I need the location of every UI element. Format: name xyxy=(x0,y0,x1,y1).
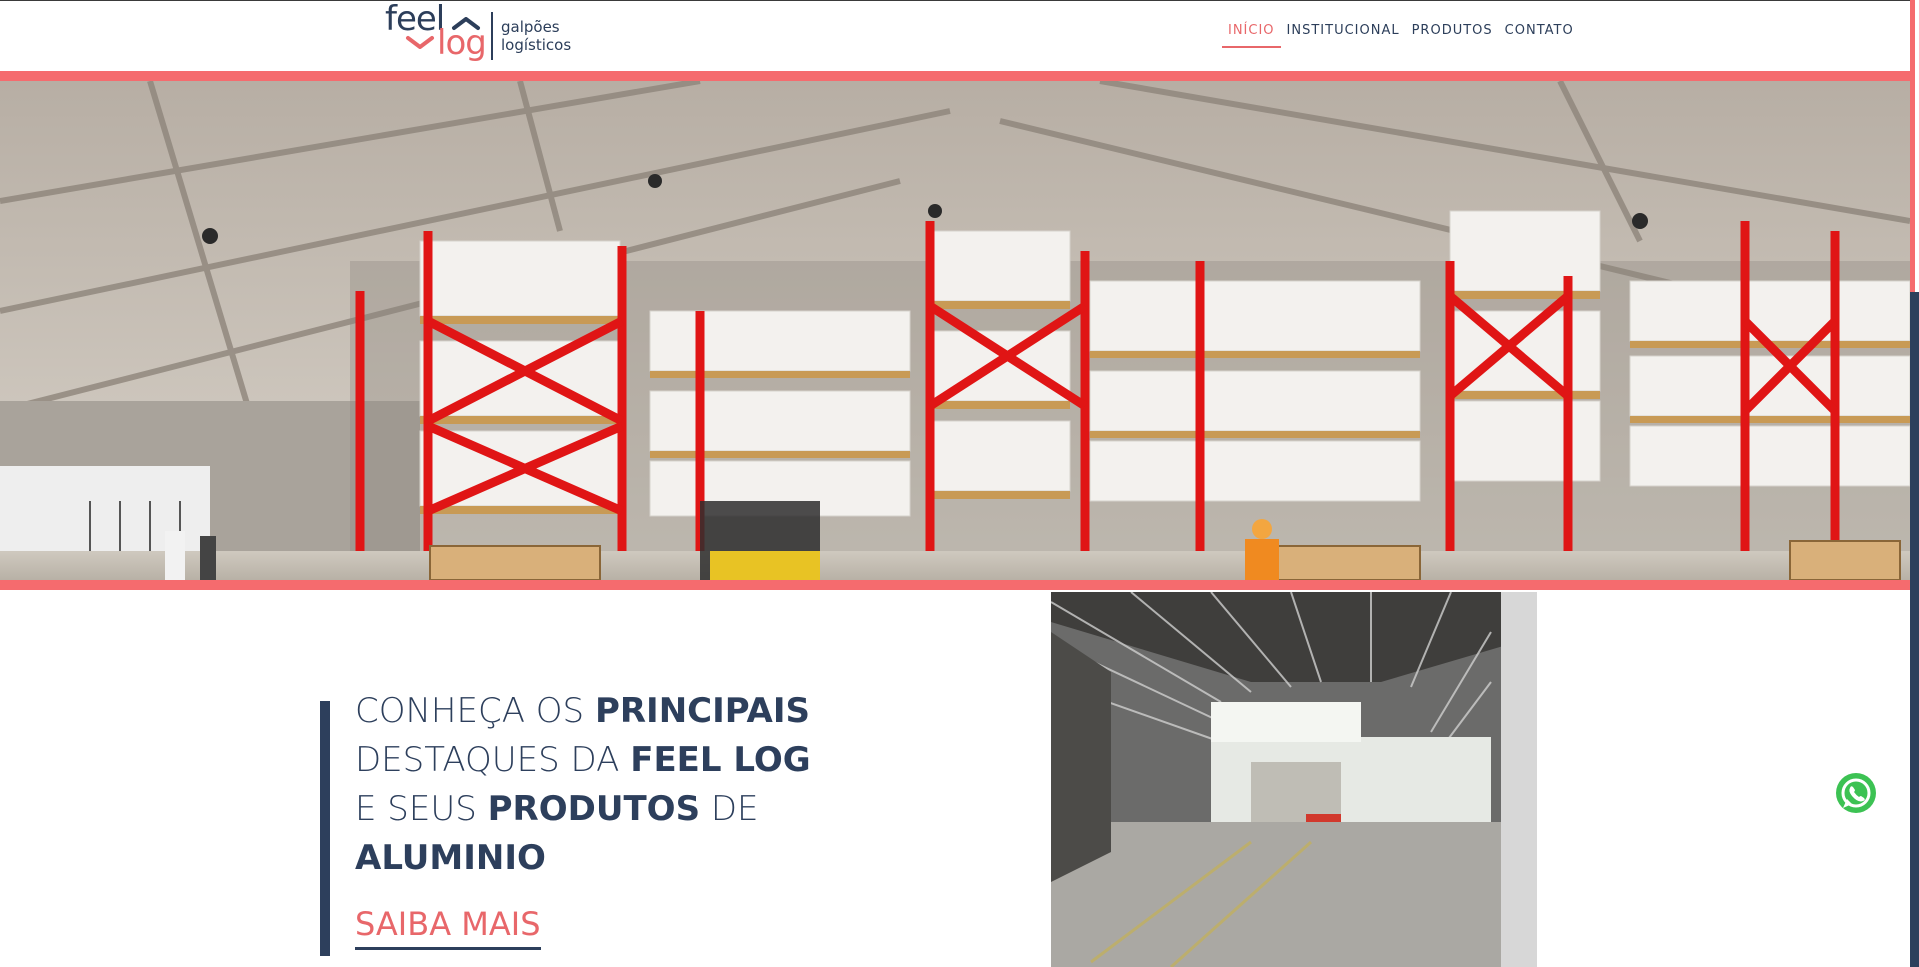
logo-divider xyxy=(491,12,493,60)
headline-bold: ALUMINIO xyxy=(355,838,546,878)
section-headline: CONHEÇA OS PRINCIPAIS DESTAQUES DA FEEL … xyxy=(355,687,915,883)
headline-text: DE xyxy=(700,789,759,829)
brand-logo[interactable]: feel log galpões logísticos xyxy=(385,0,571,67)
warehouse-photo xyxy=(1051,592,1551,967)
headline-line-4: ALUMINIO xyxy=(355,834,915,883)
headline-bold: PRODUTOS xyxy=(487,789,701,829)
headline-text: DESTAQUES DA xyxy=(355,740,631,780)
scrollbar-thumb[interactable] xyxy=(1910,292,1919,967)
nav-item-institucional[interactable]: INSTITUCIONAL xyxy=(1281,21,1406,48)
headline-text: CONHEÇA OS xyxy=(355,691,595,731)
warehouse-racks-image xyxy=(0,81,1910,580)
site-header: feel log galpões logísticos INÍCIO INSTI… xyxy=(0,0,1910,72)
logo-mark: feel log xyxy=(385,0,487,67)
logo-subtitle-line2: logísticos xyxy=(501,36,572,54)
accent-bar xyxy=(320,701,330,956)
open-warehouse-image xyxy=(1051,592,1551,967)
nav-item-inicio[interactable]: INÍCIO xyxy=(1222,21,1281,48)
headline-line-2: DESTAQUES DA FEEL LOG xyxy=(355,736,915,785)
slide-warehouse-image xyxy=(0,81,1910,580)
main-nav: INÍCIO INSTITUCIONAL PRODUTOS CONTATO xyxy=(1222,21,1580,48)
highlights-section: CONHEÇA OS PRINCIPAIS DESTAQUES DA FEEL … xyxy=(0,590,1910,967)
whatsapp-button[interactable] xyxy=(1834,771,1878,815)
saiba-mais-link[interactable]: SAIBA MAIS xyxy=(355,905,541,950)
logo-subtitle-line1: galpões xyxy=(501,18,560,36)
headline-line-3: E SEUS PRODUTOS DE xyxy=(355,785,915,834)
logo-subtitle: galpões logísticos xyxy=(501,18,571,54)
whatsapp-icon xyxy=(1836,773,1876,813)
headline-line-1: CONHEÇA OS PRINCIPAIS xyxy=(355,687,915,736)
headline-text: E SEUS xyxy=(355,789,488,829)
nav-item-produtos[interactable]: PRODUTOS xyxy=(1406,21,1499,48)
nav-item-contato[interactable]: CONTATO xyxy=(1499,21,1580,48)
headline-bold: FEEL LOG xyxy=(630,740,811,780)
logo-word-log: log xyxy=(437,23,487,63)
logo-word-feel: feel xyxy=(385,0,445,39)
chevron-down-icon xyxy=(406,36,434,49)
hero-slider xyxy=(0,71,1910,641)
headline-bold: PRINCIPAIS xyxy=(594,691,811,731)
